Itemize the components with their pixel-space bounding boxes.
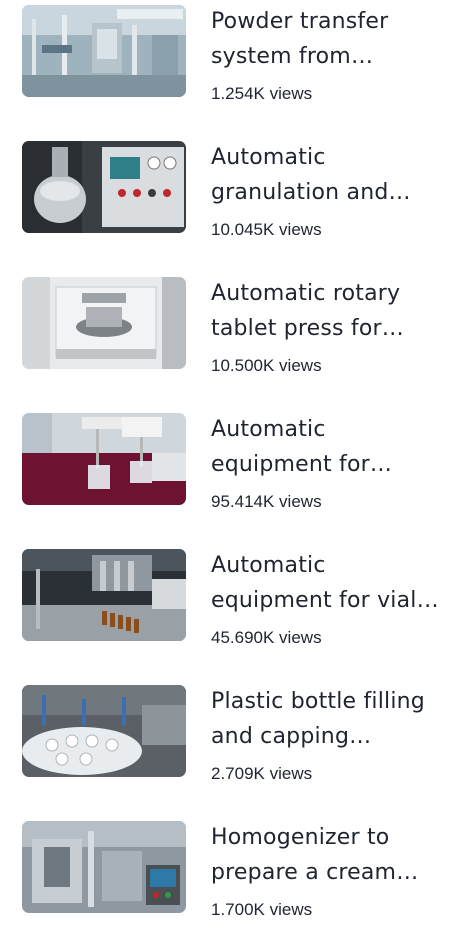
video-thumbnail[interactable]: [22, 549, 186, 641]
video-list: Powder transfer system from stainless st…: [0, 0, 463, 925]
video-title[interactable]: Powder transfer system from stainless st…: [211, 4, 451, 74]
video-title[interactable]: Automatic granulation and drying machine: [211, 140, 451, 210]
video-thumbnail[interactable]: [22, 5, 186, 97]
video-item[interactable]: Automatic rotary tablet press for pharma…: [0, 272, 463, 408]
video-thumbnail[interactable]: [22, 141, 186, 233]
view-count: 1.700K views: [211, 900, 313, 919]
video-thumbnail[interactable]: [22, 413, 186, 505]
homogenizer-thumbnail-icon: [22, 821, 186, 913]
video-item[interactable]: Powder transfer system from stainless st…: [0, 0, 463, 136]
view-count: 10.500K views: [211, 356, 322, 375]
granulation-machine-thumbnail-icon: [22, 141, 186, 233]
powder-transfer-machine-thumbnail-icon: [22, 5, 186, 97]
video-item[interactable]: Automatic equipment for vial filling 45.…: [0, 544, 463, 680]
bottle-capping-thumbnail-icon: [22, 685, 186, 777]
video-title[interactable]: Automatic equipment for vial filling: [211, 548, 451, 618]
video-thumbnail[interactable]: [22, 277, 186, 369]
video-thumbnail[interactable]: [22, 821, 186, 913]
view-count: 45.690K views: [211, 628, 322, 647]
tablet-press-thumbnail-icon: [22, 277, 186, 369]
video-title[interactable]: Plastic bottle filling and capping machi…: [211, 684, 451, 754]
view-count: 2.709K views: [211, 764, 313, 783]
video-item[interactable]: Automatic granulation and drying machine…: [0, 136, 463, 272]
video-item[interactable]: Automatic equipment for dissolution test…: [0, 408, 463, 544]
video-title[interactable]: Homogenizer to prepare a cream ointment: [211, 820, 451, 890]
video-title[interactable]: Automatic equipment for dissolution test…: [211, 412, 451, 482]
video-item[interactable]: Plastic bottle filling and capping machi…: [0, 680, 463, 816]
dissolution-tester-thumbnail-icon: [22, 413, 186, 505]
view-count: 10.045K views: [211, 220, 322, 239]
video-thumbnail[interactable]: [22, 685, 186, 777]
video-item[interactable]: Homogenizer to prepare a cream ointment …: [0, 816, 463, 925]
view-count: 1.254K views: [211, 84, 313, 103]
video-title[interactable]: Automatic rotary tablet press for pharma…: [211, 276, 451, 346]
view-count: 95.414K views: [211, 492, 322, 511]
vial-filling-thumbnail-icon: [22, 549, 186, 641]
